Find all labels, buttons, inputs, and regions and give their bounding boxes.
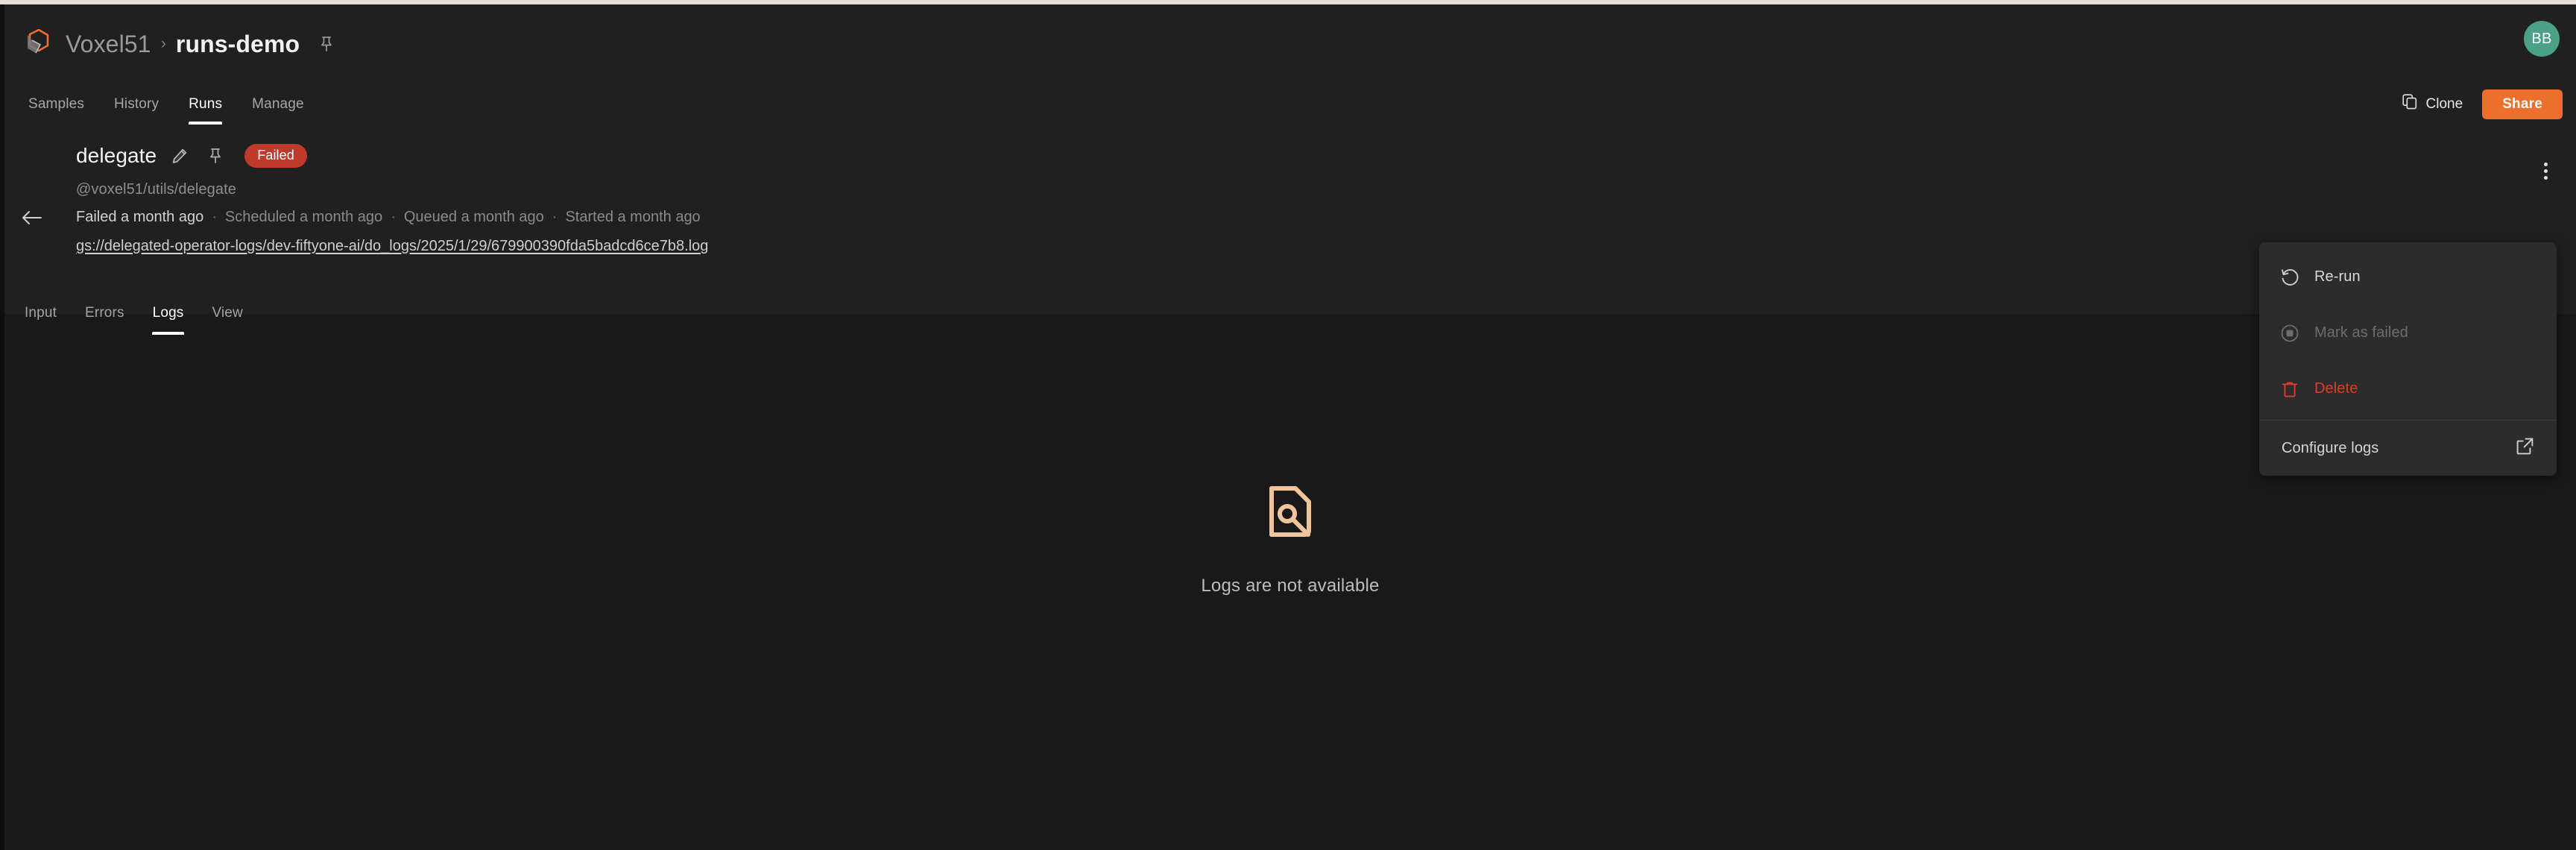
run-title-row: delegate Failed — [76, 143, 307, 169]
main-tabs-row: Samples History Runs Manage Clone Share — [4, 84, 2576, 125]
run-detail-header: delegate Failed @voxel51/utils/delegate … — [4, 125, 2576, 314]
tab-runs-label: Runs — [189, 95, 223, 112]
run-name: delegate — [76, 144, 157, 167]
copy-icon — [2402, 94, 2418, 114]
timeline-item-started: Started a month ago — [565, 209, 701, 225]
kebab-dot — [2543, 162, 2548, 166]
breadcrumb-current[interactable]: runs-demo — [176, 31, 300, 58]
rotate-ccw-icon — [2276, 268, 2314, 287]
timeline-separator: · — [552, 209, 558, 225]
breadcrumb-org[interactable]: Voxel51 — [66, 31, 151, 58]
timeline-item-failed: Failed a month ago — [76, 209, 204, 225]
tab-history[interactable]: History — [99, 84, 174, 125]
timeline-separator: · — [391, 209, 396, 225]
clone-button-label: Clone — [2425, 95, 2463, 112]
subtab-input-label: Input — [25, 305, 57, 321]
subtab-errors-label: Errors — [85, 305, 124, 321]
app-header: Voxel51 › runs-demo BB Samples History R… — [4, 4, 2576, 125]
tab-samples-label: Samples — [28, 95, 84, 112]
share-button[interactable]: Share — [2482, 89, 2563, 119]
status-badge: Failed — [244, 144, 307, 168]
pin-icon[interactable] — [315, 33, 338, 55]
timeline-item-scheduled: Scheduled a month ago — [224, 209, 383, 225]
empty-state-message: Logs are not available — [1201, 576, 1380, 596]
avatar[interactable]: BB — [2524, 21, 2560, 57]
run-sub-tabs: Input Errors Logs View — [4, 292, 257, 335]
subtab-logs[interactable]: Logs — [139, 292, 198, 335]
run-log-path-link[interactable]: gs://delegated-operator-logs/dev-fiftyon… — [76, 238, 708, 255]
external-link-icon — [2516, 437, 2534, 459]
tab-manage-label: Manage — [252, 95, 304, 112]
tab-samples[interactable]: Samples — [13, 84, 99, 125]
menu-item-delete-label: Delete — [2314, 380, 2358, 397]
brand-row: Voxel51 › runs-demo BB — [4, 4, 2576, 84]
subtab-logs-label: Logs — [152, 305, 184, 321]
logs-panel: Logs are not available — [4, 335, 2576, 846]
tab-manage[interactable]: Manage — [237, 84, 319, 125]
menu-item-rerun-label: Re-run — [2314, 268, 2361, 285]
stop-circle-icon — [2276, 324, 2314, 343]
clone-button[interactable]: Clone — [2393, 89, 2472, 119]
pencil-icon[interactable] — [167, 143, 192, 169]
main-tabs: Samples History Runs Manage — [13, 84, 319, 125]
timeline-item-queued: Queued a month ago — [403, 209, 544, 225]
subtab-errors[interactable]: Errors — [71, 292, 139, 335]
menu-item-delete[interactable]: Delete — [2259, 361, 2557, 417]
run-pin-icon[interactable] — [203, 143, 228, 169]
menu-item-mark-as-failed-label: Mark as failed — [2314, 324, 2408, 341]
run-timeline: Failed a month ago · Scheduled a month a… — [76, 209, 701, 226]
document-search-icon — [1267, 484, 1313, 543]
voxel51-logo-icon[interactable] — [21, 28, 54, 60]
trash-icon — [2276, 380, 2314, 399]
timeline-separator: · — [212, 209, 217, 225]
header-actions: Clone Share — [2393, 84, 2563, 125]
run-operator-uri: @voxel51/utils/delegate — [76, 181, 236, 198]
app-window: Voxel51 › runs-demo BB Samples History R… — [0, 0, 2576, 850]
menu-item-rerun[interactable]: Re-run — [2259, 249, 2557, 305]
breadcrumb: Voxel51 › runs-demo — [66, 31, 338, 58]
empty-state: Logs are not available — [4, 484, 2576, 596]
menu-item-configure-logs-label: Configure logs — [2282, 439, 2379, 456]
menu-item-mark-as-failed: Mark as failed — [2259, 305, 2557, 361]
tab-runs[interactable]: Runs — [174, 84, 237, 125]
run-actions-menu: Re-run Mark as failed Delete Configure l… — [2259, 242, 2557, 476]
tab-history-label: History — [113, 95, 160, 112]
breadcrumb-separator-icon: › — [160, 34, 166, 52]
subtab-view[interactable]: View — [198, 292, 256, 335]
avatar-initials: BB — [2531, 30, 2552, 47]
menu-item-configure-logs[interactable]: Configure logs — [2259, 421, 2557, 476]
subtab-view-label: View — [212, 305, 243, 321]
subtab-input[interactable]: Input — [10, 292, 71, 335]
arrow-left-icon — [22, 211, 42, 224]
kebab-dot — [2543, 169, 2548, 173]
kebab-dot — [2543, 175, 2548, 180]
back-button[interactable] — [19, 205, 45, 230]
more-vertical-icon[interactable] — [2531, 157, 2560, 185]
